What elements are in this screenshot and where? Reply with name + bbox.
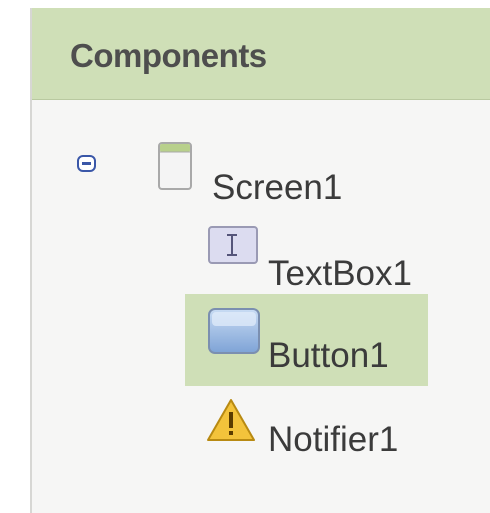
tree-item-label: Button1 — [268, 336, 389, 375]
collapse-toggle-icon[interactable] — [77, 155, 96, 172]
tree-item-label: Notifier1 — [268, 420, 399, 459]
screen-icon — [158, 142, 192, 190]
tree-item-screen1[interactable]: Screen1 — [158, 142, 368, 207]
tree-item-button1[interactable]: Button1 — [208, 308, 438, 374]
textbox-icon — [208, 226, 258, 264]
components-panel-header: Components — [32, 8, 490, 100]
components-panel: Components Screen1 TextBox1 Button1 Noti… — [30, 8, 490, 513]
button-icon — [208, 308, 260, 354]
warning-icon — [207, 399, 255, 441]
tree-item-label: Screen1 — [212, 168, 343, 207]
panel-title: Components — [70, 37, 267, 74]
tree-item-notifier1[interactable]: Notifier1 — [206, 398, 446, 458]
tree-item-textbox1[interactable]: TextBox1 — [208, 226, 438, 291]
tree-item-label: TextBox1 — [268, 254, 412, 293]
